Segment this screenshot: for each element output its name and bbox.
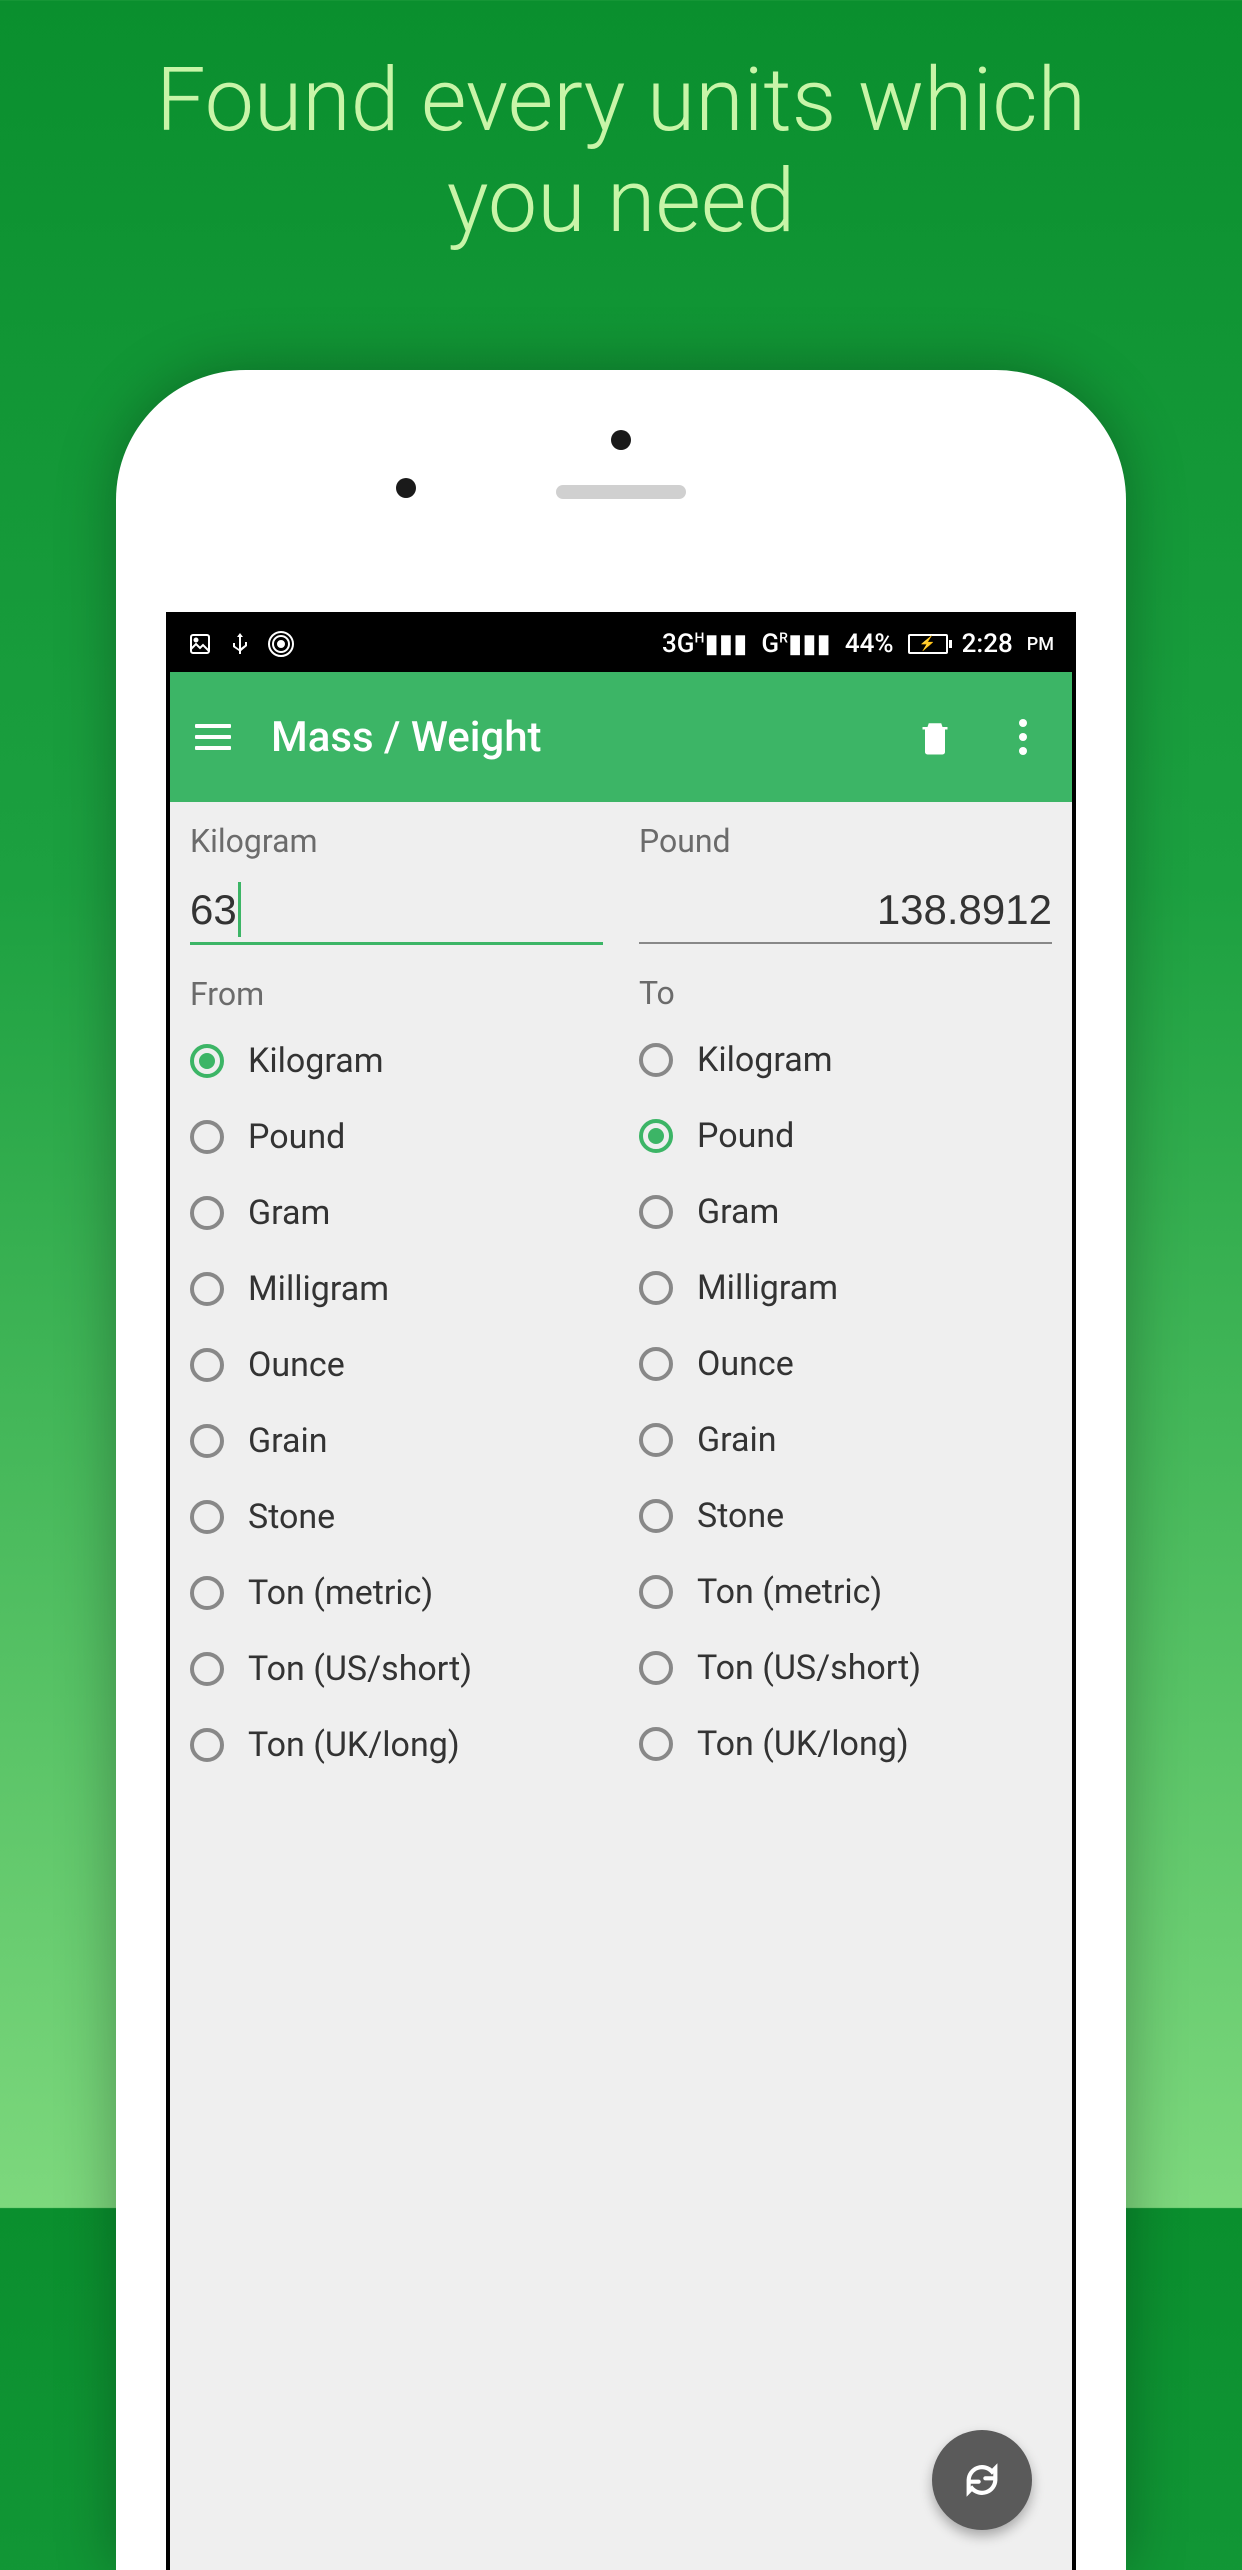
radio-label: Ton (UK/long) [248,1725,460,1765]
radio-icon [639,1575,673,1609]
radio-label: Grain [248,1421,328,1461]
more-icon[interactable] [999,713,1047,761]
battery-icon: ⚡ [908,634,948,654]
radio-icon [639,1499,673,1533]
radio-label: Ton (US/short) [248,1649,472,1689]
radio-icon [190,1652,224,1686]
to-radio-stone[interactable]: Stone [639,1496,1052,1536]
from-radio-list: Kilogram Pound Gram Milligram Ounce Grain Ston… [190,1041,603,1765]
to-column: Pound To Kilogram Pound Gram Milligram Ounce… [639,822,1052,1765]
marketing-headline: Found every units which you need [0,0,1242,252]
from-radio-milligram[interactable]: Milligram [190,1269,603,1309]
radio-label: Stone [248,1497,335,1537]
radio-label: Ounce [248,1345,345,1385]
to-radio-ounce[interactable]: Ounce [639,1344,1052,1384]
to-unit-label: Pound [639,822,1052,860]
content-area: Kilogram From Kilogram Pound Gram Milligram… [170,802,1072,1765]
from-column: Kilogram From Kilogram Pound Gram Milligram… [190,822,603,1765]
from-radio-ton-us-short-[interactable]: Ton (US/short) [190,1649,603,1689]
radio-icon [190,1196,224,1230]
phone-camera-icon [611,430,631,450]
radio-icon [639,1043,673,1077]
menu-icon[interactable] [195,724,231,750]
to-radio-ton-us-short-[interactable]: Ton (US/short) [639,1648,1052,1688]
radio-label: Ton (US/short) [697,1648,921,1688]
usb-icon [230,631,250,657]
radio-label: Ton (metric) [697,1572,882,1612]
page-title: Mass / Weight [271,713,871,762]
to-radio-milligram[interactable]: Milligram [639,1268,1052,1308]
radio-label: Grain [697,1420,777,1460]
from-value-input[interactable] [190,878,603,945]
phone-frame: 3GH▮▮▮ GR▮▮▮ 44% ⚡ 2:28 PM Mass / Weight [116,370,1126,2570]
from-section-label: From [190,975,603,1013]
radio-icon [190,1348,224,1382]
to-radio-grain[interactable]: Grain [639,1420,1052,1460]
battery-percent: 44% [845,629,894,659]
from-radio-ounce[interactable]: Ounce [190,1345,603,1385]
radio-label: Kilogram [248,1041,384,1081]
phone-speaker-icon [556,485,686,499]
radio-label: Ton (UK/long) [697,1724,909,1764]
radio-icon [190,1576,224,1610]
radio-icon [639,1271,673,1305]
radio-label: Pound [248,1117,345,1157]
clock-time: 2:28 [962,629,1013,659]
app-bar: Mass / Weight [170,672,1072,802]
radio-icon [639,1651,673,1685]
text-cursor-icon [238,882,241,937]
hotspot-icon [268,631,294,657]
clock-ampm: PM [1027,634,1054,655]
to-radio-ton-metric-[interactable]: Ton (metric) [639,1572,1052,1612]
image-icon [188,632,212,656]
phone-front-camera-icon [396,478,416,498]
radio-icon [639,1195,673,1229]
signal-g-label: GR▮▮▮ [761,629,830,659]
from-radio-ton-uk-long-[interactable]: Ton (UK/long) [190,1725,603,1765]
to-radio-kilogram[interactable]: Kilogram [639,1040,1052,1080]
signal-3g-label: 3GH▮▮▮ [662,629,747,659]
radio-label: Ounce [697,1344,794,1384]
from-radio-ton-metric-[interactable]: Ton (metric) [190,1573,603,1613]
to-section-label: To [639,974,1052,1012]
status-bar: 3GH▮▮▮ GR▮▮▮ 44% ⚡ 2:28 PM [170,616,1072,672]
radio-icon [639,1423,673,1457]
radio-icon [190,1500,224,1534]
from-radio-kilogram[interactable]: Kilogram [190,1041,603,1081]
to-radio-gram[interactable]: Gram [639,1192,1052,1232]
radio-label: Ton (metric) [248,1573,433,1613]
from-radio-gram[interactable]: Gram [190,1193,603,1233]
radio-label: Milligram [248,1269,389,1309]
phone-screen: 3GH▮▮▮ GR▮▮▮ 44% ⚡ 2:28 PM Mass / Weight [166,612,1076,2570]
to-radio-list: Kilogram Pound Gram Milligram Ounce Grain Ston… [639,1040,1052,1764]
radio-icon [190,1728,224,1762]
from-radio-pound[interactable]: Pound [190,1117,603,1157]
delete-button[interactable] [911,713,959,761]
radio-label: Kilogram [697,1040,833,1080]
radio-icon [190,1044,224,1078]
radio-label: Milligram [697,1268,838,1308]
to-radio-pound[interactable]: Pound [639,1116,1052,1156]
to-value-output[interactable] [639,878,1052,944]
to-radio-ton-uk-long-[interactable]: Ton (UK/long) [639,1724,1052,1764]
radio-label: Gram [697,1192,779,1232]
from-unit-label: Kilogram [190,822,603,860]
from-radio-grain[interactable]: Grain [190,1421,603,1461]
radio-label: Pound [697,1116,794,1156]
radio-icon [190,1272,224,1306]
radio-icon [639,1119,673,1153]
radio-icon [639,1727,673,1761]
radio-icon [639,1347,673,1381]
radio-label: Gram [248,1193,330,1233]
radio-icon [190,1120,224,1154]
from-radio-stone[interactable]: Stone [190,1497,603,1537]
swap-button[interactable] [932,2430,1032,2530]
radio-label: Stone [697,1496,784,1536]
radio-icon [190,1424,224,1458]
